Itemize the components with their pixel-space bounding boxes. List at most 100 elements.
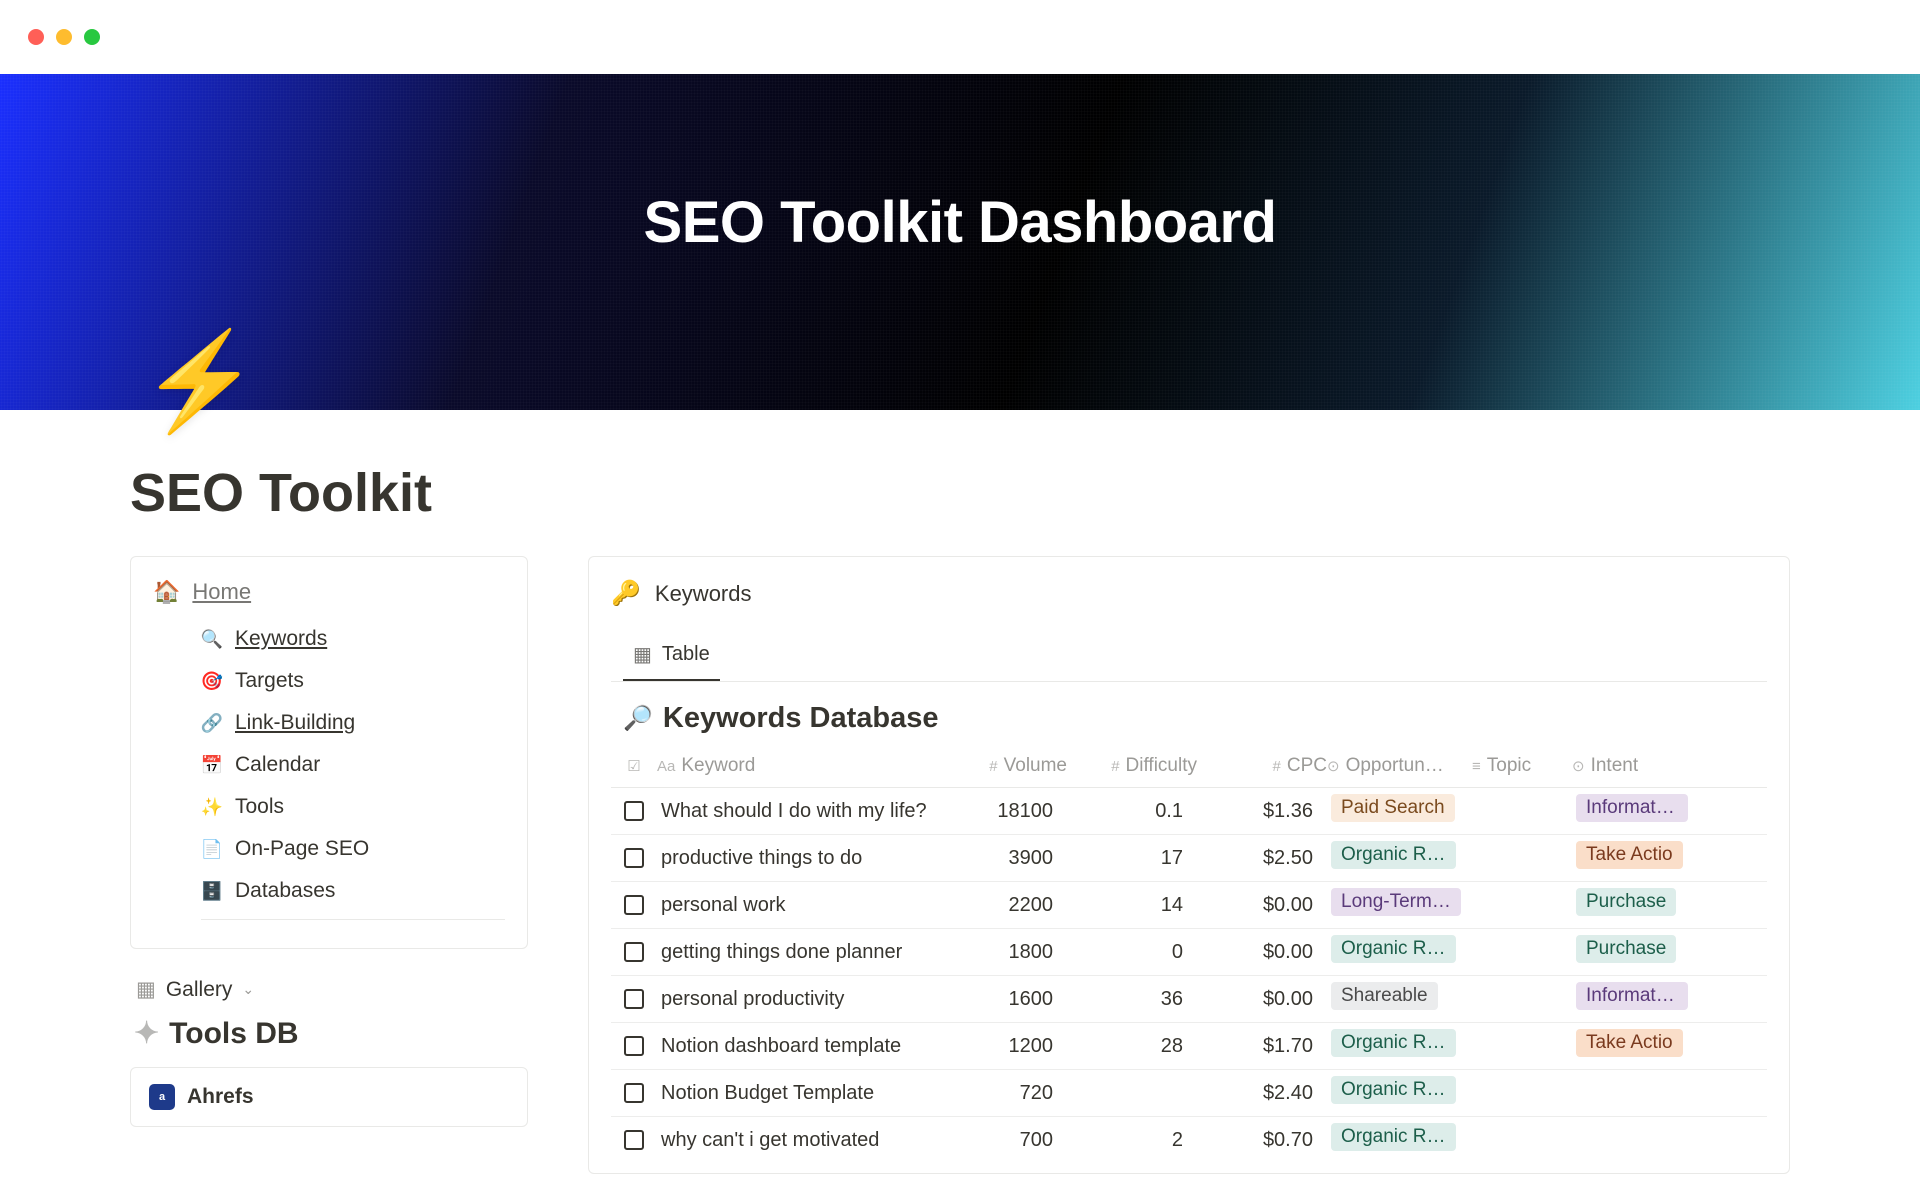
- cell-volume[interactable]: 1200: [947, 1035, 1067, 1058]
- cell-opportunity[interactable]: Organic R…: [1327, 835, 1472, 881]
- row-checkbox[interactable]: [624, 1083, 644, 1103]
- cell-keyword[interactable]: why can't i get motivated: [657, 1119, 947, 1162]
- cell-topic[interactable]: [1472, 946, 1572, 958]
- cell-intent[interactable]: Informati…: [1572, 788, 1692, 834]
- view-switcher-gallery[interactable]: ▦ Gallery ⌄: [136, 977, 528, 1002]
- cell-cpc[interactable]: $1.36: [1197, 800, 1327, 823]
- table-row[interactable]: personal work220014$0.00Long-Term… Purcha…: [611, 882, 1767, 929]
- cell-opportunity[interactable]: Organic R…: [1327, 1117, 1472, 1163]
- row-checkbox[interactable]: [624, 1036, 644, 1056]
- table-row[interactable]: Notion Budget Template720 $2.40Organic R…: [611, 1070, 1767, 1117]
- cell-cpc[interactable]: $0.00: [1197, 988, 1327, 1011]
- opportunity-tag[interactable]: Organic R…: [1331, 841, 1456, 869]
- intent-tag[interactable]: Purchase: [1576, 888, 1676, 916]
- window-minimize-button[interactable]: [56, 29, 72, 45]
- opportunity-tag[interactable]: Organic R…: [1331, 1076, 1456, 1104]
- opportunity-tag[interactable]: Long-Term…: [1331, 888, 1461, 916]
- row-checkbox[interactable]: [624, 801, 644, 821]
- row-checkbox[interactable]: [624, 942, 644, 962]
- cell-volume[interactable]: 3900: [947, 847, 1067, 870]
- table-row[interactable]: What should I do with my life?181000.1$1…: [611, 788, 1767, 835]
- cell-volume[interactable]: 720: [947, 1082, 1067, 1105]
- cell-opportunity[interactable]: Paid Search: [1327, 788, 1472, 834]
- tab-table[interactable]: ▦ Table: [623, 634, 720, 681]
- cell-topic[interactable]: [1472, 899, 1572, 911]
- cell-topic[interactable]: [1472, 805, 1572, 817]
- opportunity-tag[interactable]: Organic R…: [1331, 1029, 1456, 1057]
- cell-intent[interactable]: [1572, 1134, 1692, 1146]
- cell-cpc[interactable]: $0.00: [1197, 941, 1327, 964]
- cell-difficulty[interactable]: 28: [1067, 1035, 1197, 1058]
- cell-difficulty[interactable]: 17: [1067, 847, 1197, 870]
- cell-intent[interactable]: Purchase: [1572, 929, 1692, 975]
- cell-volume[interactable]: 2200: [947, 894, 1067, 917]
- window-zoom-button[interactable]: [84, 29, 100, 45]
- intent-tag[interactable]: Take Actio: [1576, 841, 1683, 869]
- sidebar-item-targets[interactable]: 🎯Targets: [201, 663, 505, 699]
- cell-opportunity[interactable]: Organic R…: [1327, 1023, 1472, 1069]
- cell-cpc[interactable]: $2.40: [1197, 1082, 1327, 1105]
- cell-keyword[interactable]: getting things done planner: [657, 931, 947, 974]
- sidebar-item-tools[interactable]: ✨Tools: [201, 789, 505, 825]
- table-row[interactable]: Notion dashboard template120028$1.70Orga…: [611, 1023, 1767, 1070]
- table-row[interactable]: productive things to do390017$2.50Organi…: [611, 835, 1767, 882]
- intent-tag[interactable]: Take Actio: [1576, 1029, 1683, 1057]
- cell-cpc[interactable]: $1.70: [1197, 1035, 1327, 1058]
- cell-volume[interactable]: 1600: [947, 988, 1067, 1011]
- cell-intent[interactable]: Informati…: [1572, 976, 1692, 1022]
- cell-cpc[interactable]: $0.00: [1197, 894, 1327, 917]
- opportunity-tag[interactable]: Shareable: [1331, 982, 1438, 1010]
- cell-intent[interactable]: Purchase: [1572, 882, 1692, 928]
- cell-intent[interactable]: Take Actio: [1572, 1023, 1692, 1069]
- cell-difficulty[interactable]: 14: [1067, 894, 1197, 917]
- sidebar-item-on-page-seo[interactable]: 📄On-Page SEO: [201, 831, 505, 867]
- keywords-panel-header[interactable]: 🔑 Keywords: [611, 579, 1767, 608]
- cell-keyword[interactable]: productive things to do: [657, 837, 947, 880]
- cell-difficulty[interactable]: 0: [1067, 941, 1197, 964]
- cell-keyword[interactable]: What should I do with my life?: [657, 790, 947, 833]
- cell-intent[interactable]: [1572, 1087, 1692, 1099]
- table-row[interactable]: getting things done planner18000$0.00Org…: [611, 929, 1767, 976]
- row-checkbox[interactable]: [624, 1130, 644, 1150]
- sidebar-item-calendar[interactable]: 📅Calendar: [201, 747, 505, 783]
- row-checkbox[interactable]: [624, 895, 644, 915]
- intent-tag[interactable]: Informati…: [1576, 794, 1688, 822]
- database-title[interactable]: 🔎 Keywords Database: [611, 702, 1767, 749]
- opportunity-tag[interactable]: Organic R…: [1331, 1123, 1456, 1151]
- cell-volume[interactable]: 700: [947, 1129, 1067, 1152]
- cell-opportunity[interactable]: Organic R…: [1327, 1070, 1472, 1116]
- cell-keyword[interactable]: Notion dashboard template: [657, 1025, 947, 1068]
- page-icon[interactable]: ⚡: [140, 334, 260, 430]
- cell-topic[interactable]: [1472, 993, 1572, 1005]
- cell-intent[interactable]: Take Actio: [1572, 835, 1692, 881]
- cell-topic[interactable]: [1472, 1134, 1572, 1146]
- cell-cpc[interactable]: $2.50: [1197, 847, 1327, 870]
- intent-tag[interactable]: Informati…: [1576, 982, 1688, 1010]
- cell-keyword[interactable]: personal work: [657, 884, 947, 927]
- cell-topic[interactable]: [1472, 1040, 1572, 1052]
- cell-cpc[interactable]: $0.70: [1197, 1129, 1327, 1152]
- cell-keyword[interactable]: personal productivity: [657, 978, 947, 1021]
- cell-topic[interactable]: [1472, 852, 1572, 864]
- row-checkbox[interactable]: [624, 848, 644, 868]
- cell-difficulty[interactable]: 2: [1067, 1129, 1197, 1152]
- window-close-button[interactable]: [28, 29, 44, 45]
- cell-volume[interactable]: 18100: [947, 800, 1067, 823]
- tool-card-ahrefs[interactable]: a Ahrefs: [130, 1067, 528, 1127]
- cell-difficulty[interactable]: 0.1: [1067, 800, 1197, 823]
- cell-difficulty[interactable]: 36: [1067, 988, 1197, 1011]
- cell-opportunity[interactable]: Organic R…: [1327, 929, 1472, 975]
- opportunity-tag[interactable]: Organic R…: [1331, 935, 1456, 963]
- table-row[interactable]: why can't i get motivated7002$0.70Organi…: [611, 1117, 1767, 1163]
- cell-opportunity[interactable]: Long-Term…: [1327, 882, 1472, 928]
- cell-keyword[interactable]: Notion Budget Template: [657, 1072, 947, 1115]
- sidebar-item-home[interactable]: 🏠 Home: [153, 579, 505, 605]
- cell-opportunity[interactable]: Shareable: [1327, 976, 1472, 1022]
- sidebar-item-databases[interactable]: 🗄️Databases: [201, 873, 505, 909]
- cell-volume[interactable]: 1800: [947, 941, 1067, 964]
- table-row[interactable]: personal productivity160036$0.00Shareabl…: [611, 976, 1767, 1023]
- row-checkbox[interactable]: [624, 989, 644, 1009]
- sidebar-item-link-building[interactable]: 🔗Link-Building: [201, 705, 505, 741]
- cell-topic[interactable]: [1472, 1087, 1572, 1099]
- sidebar-item-keywords[interactable]: 🔍Keywords: [201, 621, 505, 657]
